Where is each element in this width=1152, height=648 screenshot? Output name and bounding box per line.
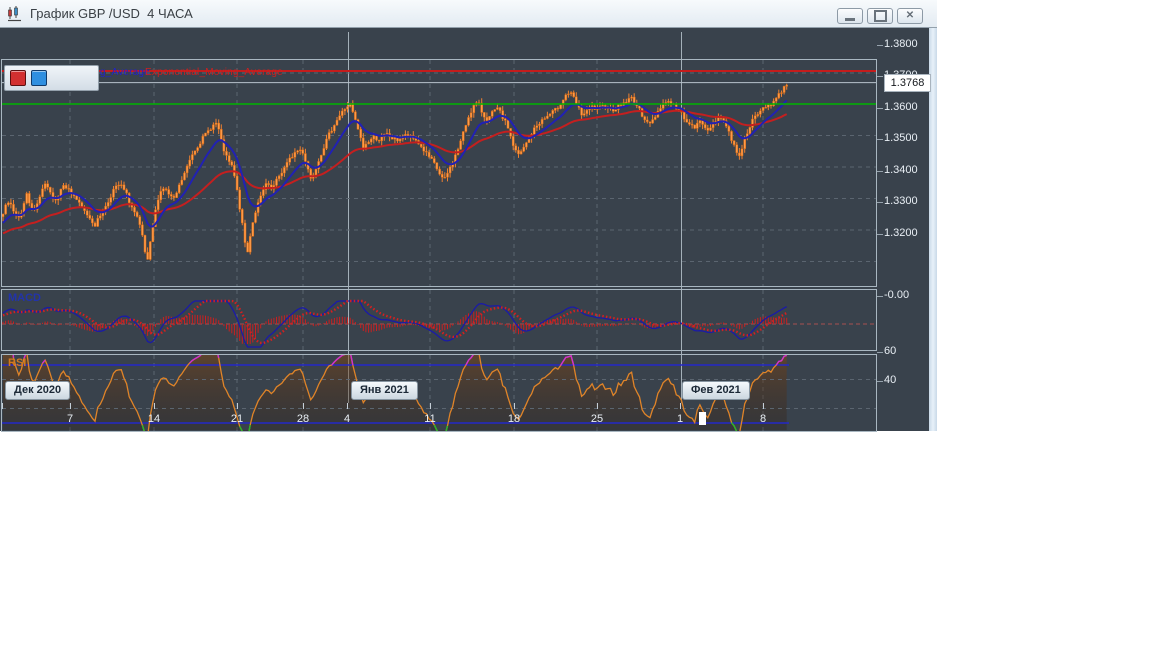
x-tick-mark	[430, 403, 431, 409]
x-tick-label: 1	[676, 413, 684, 425]
price-tick-mark	[877, 107, 883, 109]
window-controls: ✕	[837, 8, 923, 24]
x-tick-label: 18	[507, 413, 521, 425]
x-tick-label: 28	[296, 413, 310, 425]
macd-zero-label: -0.00	[884, 289, 910, 301]
titlebar[interactable]: График GBP /USD 4 ЧАСА ✕	[0, 0, 937, 28]
x-tick-label: 11	[424, 413, 436, 425]
rsi-label: RSI	[8, 357, 27, 369]
price-tick-label: 1.3500	[884, 132, 918, 144]
price-tick-label: 1.3800	[884, 38, 918, 50]
price-tick-mark	[877, 233, 883, 235]
chart-window: График GBP /USD 4 ЧАСА ✕ Exponential_Mov…	[0, 0, 937, 432]
legend-slow-ma-label: Exponential_Moving_Average	[145, 67, 283, 78]
price-tick-label: 1.3200	[884, 226, 918, 239]
macd-panel[interactable]	[2, 290, 876, 350]
axis-cursor	[699, 412, 706, 425]
x-tick-label: 8	[759, 413, 767, 425]
rsi-tick-mark	[877, 380, 883, 382]
x-tick-label: 4	[343, 413, 351, 425]
main-price-panel[interactable]	[2, 60, 876, 286]
price-tick-mark	[877, 170, 883, 172]
month-badge: Янв 2021	[351, 381, 418, 400]
price-tick-mark	[877, 139, 883, 140]
rsi-tick-label: 60	[884, 344, 897, 357]
x-tick-mark	[154, 403, 155, 409]
x-tick-label: 21	[230, 413, 244, 425]
x-tick-mark	[70, 403, 71, 409]
x-tick-mark	[514, 403, 515, 409]
x-tick-mark	[347, 403, 348, 409]
minimize-button[interactable]	[837, 8, 863, 24]
window-title: График GBP /USD 4 ЧАСА	[30, 6, 193, 21]
candlestick-chart-icon	[8, 6, 21, 22]
x-tick-label: 25	[590, 413, 604, 425]
red-indicator-button[interactable]	[10, 70, 26, 86]
price-tick-label: 1.3300	[884, 195, 918, 207]
current-price-label: 1.3768	[884, 74, 931, 92]
price-tick-mark	[877, 202, 883, 203]
price-tick-mark	[877, 45, 883, 46]
month-badge: Дек 2020	[5, 381, 71, 400]
macd-label: MACD	[8, 292, 41, 304]
macd-zero-tick-mark	[877, 296, 883, 297]
restore-icon	[873, 10, 887, 22]
price-tick-mark	[877, 76, 883, 77]
price-tick-label: 1.3600	[884, 100, 918, 113]
legend-toolbar	[4, 65, 99, 91]
blue-indicator-button[interactable]	[31, 70, 47, 86]
x-tick-mark	[2, 403, 3, 409]
restore-button[interactable]	[867, 8, 893, 24]
rsi-tick-label: 40	[884, 373, 897, 386]
close-button[interactable]: ✕	[897, 8, 923, 24]
chart-client-area[interactable]: Exponential_Moving_Average Exponential_M…	[0, 28, 931, 432]
x-tick-mark	[680, 403, 681, 409]
month-badge: Фев 2021	[682, 381, 750, 400]
price-tick-label: 1.3400	[884, 163, 918, 176]
x-tick-mark	[763, 403, 764, 409]
x-tick-mark	[303, 403, 304, 409]
minimize-icon	[845, 17, 855, 21]
x-tick-label: 7	[66, 413, 74, 425]
x-tick-mark	[597, 403, 598, 409]
close-icon: ✕	[905, 10, 915, 21]
x-tick-label: 14	[147, 413, 161, 425]
rsi-tick-mark	[877, 351, 883, 353]
x-tick-mark	[237, 403, 238, 409]
